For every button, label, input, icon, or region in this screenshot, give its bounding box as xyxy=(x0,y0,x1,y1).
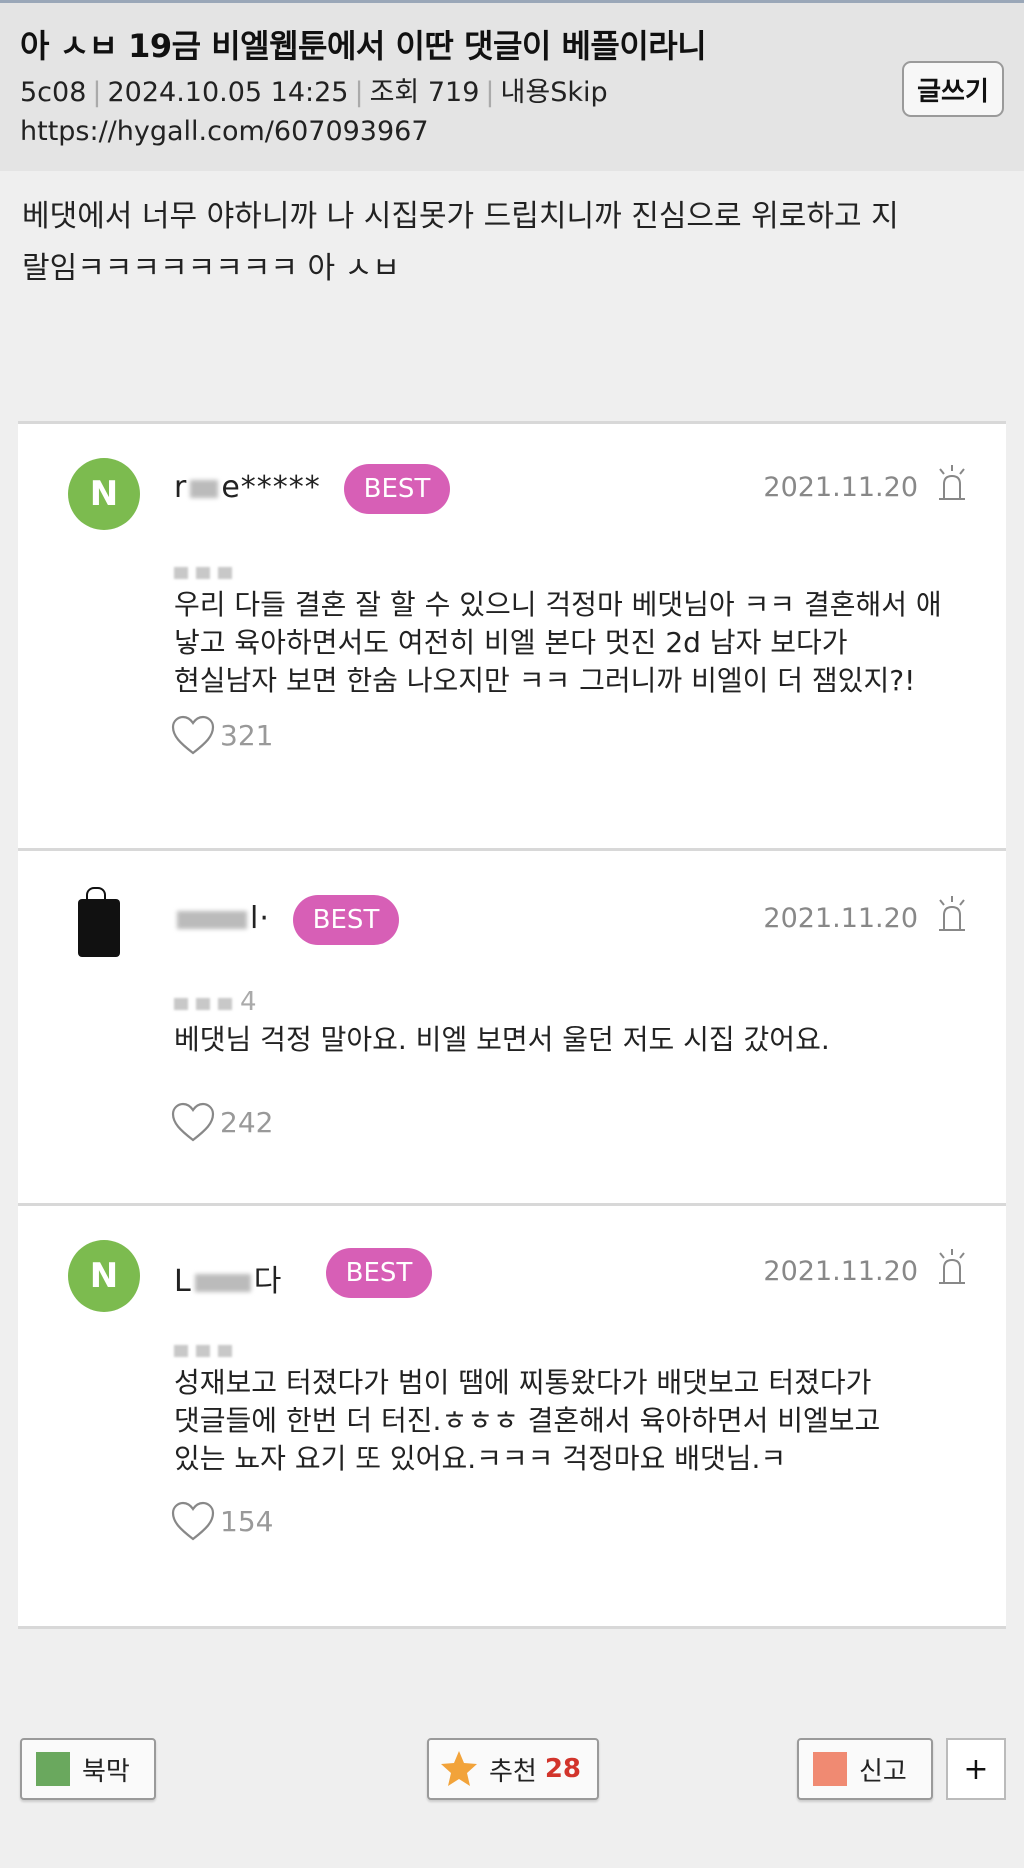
like-button[interactable]: 154 xyxy=(170,1500,273,1542)
like-button[interactable]: 321 xyxy=(170,714,273,756)
nickname-end: l· xyxy=(250,901,270,936)
comment-list: N r e***** BEST 2021.11.20 우리 다들 결혼 잘 할 수… xyxy=(18,421,1006,1629)
comment-text: 성재보고 터졌다가 범이 땜에 찌통왔다가 배댓보고 터졌다가 댓글들에 한번 … xyxy=(174,1364,966,1478)
nickname-end: e***** xyxy=(221,470,321,505)
post-body-line: 베댓에서 너무 야하니까 나 시집못가 드립치니까 진심으로 위로하고 지 xyxy=(22,199,899,234)
write-button[interactable]: 글쓰기 xyxy=(902,61,1004,117)
avatar[interactable] xyxy=(68,885,140,957)
siren-icon[interactable] xyxy=(936,1248,968,1288)
comment-date: 2021.11.20 xyxy=(763,903,918,934)
comment-text-line: 성재보고 터졌다가 범이 땜에 찌통왔다가 배댓보고 터졌다가 xyxy=(174,1366,872,1399)
post-title: 아 ㅅㅂ 19금 비엘웹툰에서 이딴 댓글이 베플이라니 xyxy=(20,27,707,65)
recommend-button[interactable]: 추천 28 xyxy=(427,1738,599,1800)
report-label: 신고 xyxy=(859,1756,907,1787)
avatar[interactable]: N xyxy=(68,1240,140,1312)
meta-separator: | xyxy=(354,77,364,108)
comment-nickname[interactable]: r e***** xyxy=(174,470,321,505)
like-count: 242 xyxy=(220,1105,274,1139)
comment-date: 2021.11.20 xyxy=(763,1256,918,1287)
nickname-start: L xyxy=(174,1264,192,1299)
avatar[interactable]: N xyxy=(68,458,140,530)
siren-icon[interactable] xyxy=(936,464,968,504)
comment-meta-redacted xyxy=(174,564,254,580)
report-button[interactable]: 신고 xyxy=(797,1738,933,1800)
nickname-redaction xyxy=(190,479,219,498)
nickname-start: r xyxy=(174,470,188,505)
post-datetime: 2024.10.05 14:25 xyxy=(107,77,349,108)
skip-content-link[interactable]: 내용Skip xyxy=(501,77,608,108)
comment-text: 우리 다들 결혼 잘 할 수 있으니 걱정마 베댓님아 ㅋㅋ 결혼해서 애 낳고… xyxy=(174,586,966,700)
heart-outline-icon xyxy=(171,1102,215,1142)
comment-meta-digit: 4 xyxy=(240,987,257,1017)
heart-outline-icon xyxy=(171,1501,215,1541)
comment-text-line: 댓글들에 한번 더 터진.ㅎㅎㅎ 결혼해서 육아하면서 비엘보고 xyxy=(174,1404,881,1437)
comment-nickname[interactable]: l· xyxy=(174,901,270,936)
avatar-letter: N xyxy=(89,474,119,514)
comment-date: 2021.11.20 xyxy=(763,472,918,503)
heart-outline-icon xyxy=(171,715,215,755)
bookmark-icon xyxy=(36,1752,70,1786)
comment-item: N r e***** BEST 2021.11.20 우리 다들 결혼 잘 할 수… xyxy=(18,424,1006,851)
post-body-line: 랄임ㅋㅋㅋㅋㅋㅋㅋㅋ 아 ㅅㅂ xyxy=(22,251,400,286)
nickname-redaction xyxy=(194,1273,251,1292)
like-button[interactable]: 242 xyxy=(170,1101,273,1143)
recommend-count: 28 xyxy=(544,1754,582,1784)
best-badge: BEST xyxy=(326,1248,432,1298)
comment-text-line: 현실남자 보면 한숨 나오지만 ㅋㅋ 그러니까 비엘이 더 잼있지?! xyxy=(174,664,916,697)
like-count: 321 xyxy=(220,718,274,752)
comment-text: 베댓님 걱정 말아요. 비엘 보면서 울던 저도 시집 갔어요. xyxy=(174,1021,966,1059)
report-icon xyxy=(813,1752,847,1786)
bookmark-button[interactable]: 북막 xyxy=(20,1738,156,1800)
bottom-action-bar: 북막 추천 28 신고 + xyxy=(0,1738,1024,1802)
avatar-letter: N xyxy=(89,1256,119,1296)
comment-text-line: 우리 다들 결혼 잘 할 수 있으니 걱정마 베댓님아 ㅋㅋ 결혼해서 애 xyxy=(174,588,942,621)
bookmark-label: 북막 xyxy=(82,1756,130,1787)
more-button[interactable]: + xyxy=(946,1738,1006,1800)
comment-text-line: 베댓님 걱정 말아요. 비엘 보면서 울던 저도 시집 갔어요. xyxy=(174,1023,830,1056)
siren-icon[interactable] xyxy=(936,895,968,935)
recommend-label: 추천 xyxy=(489,1756,537,1787)
comment-text-line: 낳고 육아하면서도 여전히 비엘 본다 멋진 2d 남자 보다가 xyxy=(174,626,848,659)
post-views: 조회 719 xyxy=(369,77,480,108)
meta-separator: | xyxy=(485,77,495,108)
like-count: 154 xyxy=(220,1504,274,1538)
comment-meta-redacted: 4 xyxy=(174,987,274,1017)
nickname-redaction xyxy=(177,910,247,929)
best-badge: BEST xyxy=(293,895,399,945)
comment-item: l· BEST 2021.11.20 4 베댓님 걱정 말아요. 비엘 보면서 … xyxy=(18,851,1006,1206)
comment-meta-redacted xyxy=(174,1342,254,1358)
post-url[interactable]: https://hygall.com/607093967 xyxy=(20,113,1024,151)
comment-item: N L다 BEST 2021.11.20 성재보고 터졌다가 범이 땜에 찌통왔… xyxy=(18,1206,1006,1629)
comment-text-line: 있는 뇨자 요기 또 있어요.ㅋㅋㅋ 걱정마요 배댓님.ㅋ xyxy=(174,1442,787,1475)
meta-separator: | xyxy=(92,77,102,108)
star-icon xyxy=(441,1751,477,1786)
comment-nickname[interactable]: L다 xyxy=(174,1256,282,1300)
best-badge: BEST xyxy=(344,464,450,514)
post-header: 아 ㅅㅂ 19금 비엘웹툰에서 이딴 댓글이 베플이라니 5c08 | 2024.1… xyxy=(0,3,1024,171)
nickname-end: 다 xyxy=(253,1264,283,1299)
post-author[interactable]: 5c08 xyxy=(20,77,86,108)
post-body: 베댓에서 너무 야하니까 나 시집못가 드립치니까 진심으로 위로하고 지 랄임… xyxy=(0,171,1024,421)
post-meta: 5c08 | 2024.10.05 14:25 | 조회 719 | 내용Skip xyxy=(20,73,1024,113)
